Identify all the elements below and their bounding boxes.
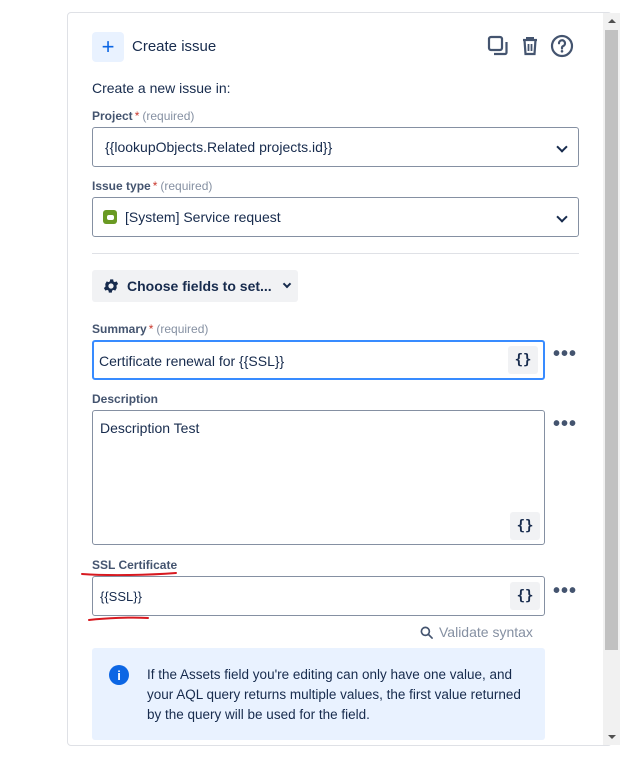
info-icon: i xyxy=(109,665,129,685)
ssl-certificate-input-value: {{SSL}} xyxy=(100,589,142,604)
divider xyxy=(92,253,579,254)
info-message: i If the Assets field you're editing can… xyxy=(92,648,545,740)
more-options-icon[interactable]: ••• xyxy=(553,414,577,434)
scroll-up-arrow[interactable] xyxy=(603,13,620,29)
plus-glyph: + xyxy=(101,34,115,59)
choose-fields-button[interactable]: Choose fields to set... xyxy=(92,270,298,302)
service-request-icon xyxy=(103,210,117,224)
required-asterisk: * xyxy=(148,322,154,336)
scroll-thumb[interactable] xyxy=(605,30,618,650)
description-label: Description xyxy=(92,392,159,406)
more-options-icon[interactable]: ••• xyxy=(553,581,577,601)
project-label-text: Project xyxy=(92,109,133,123)
issue-type-select[interactable]: [System] Service request xyxy=(92,197,579,237)
smart-value-button[interactable]: {} xyxy=(510,512,540,540)
required-asterisk: * xyxy=(134,109,140,123)
search-icon xyxy=(420,626,433,639)
choose-fields-label: Choose fields to set... xyxy=(127,278,272,294)
ssl-certificate-input[interactable]: {{SSL}} {} xyxy=(92,576,545,616)
chevron-down-icon xyxy=(556,141,568,153)
issue-type-label-text: Issue type xyxy=(92,179,151,193)
project-select-value: {{lookupObjects.Related projects.id}} xyxy=(105,139,333,155)
more-options-icon[interactable]: ••• xyxy=(553,344,577,364)
required-text: (required) xyxy=(160,179,213,193)
red-underline-annotation xyxy=(88,616,149,621)
project-select[interactable]: {{lookupObjects.Related projects.id}} xyxy=(92,127,579,167)
required-text: (required) xyxy=(156,322,209,336)
action-title: Create issue xyxy=(132,38,217,55)
chevron-down-icon xyxy=(282,279,291,289)
plus-icon: + xyxy=(92,32,124,62)
description-textarea[interactable]: Description Test {} xyxy=(92,410,545,545)
required-text: (required) xyxy=(142,109,195,123)
summary-input[interactable]: Certificate renewal for {{SSL}} {} xyxy=(92,340,545,380)
chevron-down-icon xyxy=(556,211,568,223)
smart-value-button[interactable]: {} xyxy=(508,346,538,374)
validate-syntax-link[interactable]: Validate syntax xyxy=(420,624,533,640)
required-asterisk: * xyxy=(152,179,158,193)
project-label: Project * (required) xyxy=(92,109,194,123)
summary-label: Summary * (required) xyxy=(92,322,208,336)
create-in-subtitle: Create a new issue in: xyxy=(92,80,231,96)
scroll-down-arrow[interactable] xyxy=(603,729,620,745)
scrollbar[interactable] xyxy=(603,13,620,745)
trash-icon[interactable] xyxy=(518,34,542,58)
help-icon[interactable] xyxy=(550,34,574,58)
description-textarea-value: Description Test xyxy=(100,420,200,436)
info-message-text: If the Assets field you're editing can o… xyxy=(147,667,521,722)
issue-type-select-value: [System] Service request xyxy=(125,209,281,225)
gear-icon xyxy=(102,277,120,295)
duplicate-icon[interactable] xyxy=(486,34,510,58)
validate-syntax-label: Validate syntax xyxy=(439,624,533,640)
summary-label-text: Summary xyxy=(92,322,147,336)
smart-value-button[interactable]: {} xyxy=(510,582,540,610)
issue-type-label: Issue type * (required) xyxy=(92,179,212,193)
summary-input-value: Certificate renewal for {{SSL}} xyxy=(99,353,285,369)
